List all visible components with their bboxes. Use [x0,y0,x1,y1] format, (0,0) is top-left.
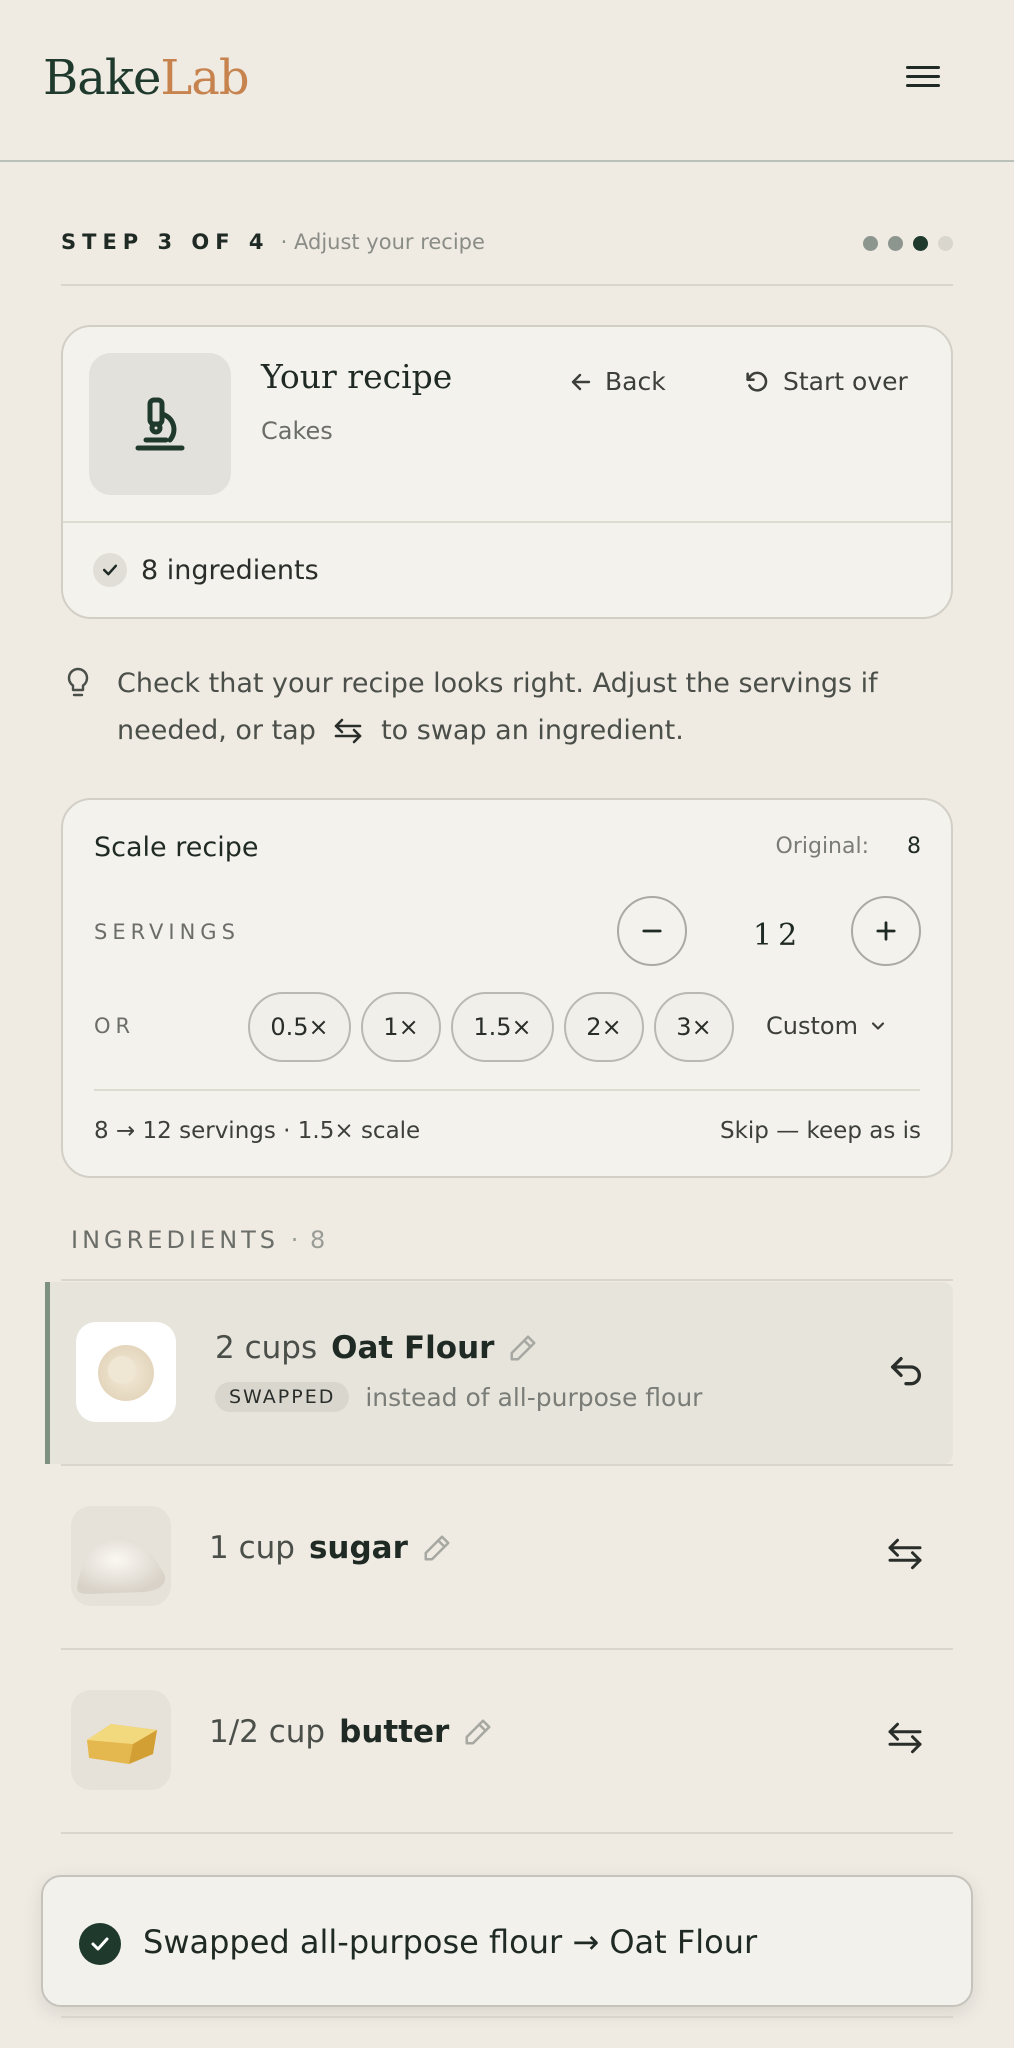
swap-ingredient-button[interactable] [879,1712,931,1764]
ingredient-qty: 1/2 cup [209,1714,326,1750]
check-circle-icon [79,1923,121,1965]
hamburger-menu-icon[interactable] [900,60,946,100]
step-dot-4 [938,236,953,251]
restart-icon [746,371,768,392]
step-indicator: STEP 3 OF 4 · Adjust your recipe [61,230,953,286]
back-label: Back [605,367,666,396]
recipe-title: Your recipe [261,357,453,396]
ingredient-count: 8 ingredients [93,553,319,587]
brand-name-part1: Bake [43,50,161,106]
scale-divider [94,1089,920,1091]
increase-servings-button[interactable] [851,896,921,966]
start-over-button[interactable]: Start over [743,367,908,396]
ingredients-count: · 8 [290,1226,328,1254]
oat-flour-image [76,1322,176,1422]
ingredient-count-label: 8 ingredients [141,554,319,586]
custom-label: Custom [766,1012,858,1040]
original-servings: Original: 8 [776,834,922,859]
check-icon [93,553,127,587]
arrow-left-icon [571,373,591,390]
servings-label: SERVINGS [94,920,240,944]
edit-pencil-icon[interactable] [508,1333,538,1363]
ingredient-name: sugar [308,1530,408,1566]
step-label: STEP 3 OF 4 [61,230,270,254]
step-dot-1 [863,236,878,251]
scale-chip-1.5x[interactable]: 1.5× [451,992,554,1062]
ingredient-divider [61,1832,953,1834]
scale-chip-2x[interactable]: 2× [564,992,644,1062]
swap-ingredient-button[interactable] [879,1528,931,1580]
or-label: OR [94,1014,136,1038]
brand-name-part2: Lab [160,50,249,106]
bottom-divider [61,2016,953,2018]
chevron-down-icon [871,1022,885,1030]
ingredient-main: 1 cup sugar [209,1530,452,1566]
ingredient-main: 1/2 cup butter [209,1714,493,1750]
scale-chip-0.5x[interactable]: 0.5× [248,992,351,1062]
ingredient-qty: 1 cup [209,1530,295,1566]
scale-title: Scale recipe [94,832,259,863]
butter-image [71,1690,171,1790]
ingredient-row-sugar: 1 cup sugar [61,1466,953,1648]
ingredient-name: butter [339,1714,450,1750]
edit-pencil-icon[interactable] [422,1533,452,1563]
hint-text-after: to swap an ingredient. [381,715,684,746]
ingredients-heading-label: INGREDIENTS [71,1226,280,1254]
scale-summary: 8 → 12 servings · 1.5× scale [94,1118,421,1144]
ingredient-main: 2 cups Oat Flour [215,1330,538,1366]
ingredient-row-oat-flour: 2 cups Oat Flour SWAPPED instead of all-… [45,1282,953,1464]
scale-recipe-card: Scale recipe Original: 8 SERVINGS 12 OR … [61,798,953,1178]
back-button[interactable]: Back [569,367,666,396]
swap-note: instead of all-purpose flour [365,1382,703,1412]
plus-icon [876,921,896,941]
lightbulb-icon [67,667,89,697]
scale-chip-1x[interactable]: 1× [361,992,441,1062]
swap-toast: Swapped all-purpose flour → Oat Flour [41,1875,973,2007]
custom-scale-dropdown[interactable]: Custom [766,1012,888,1040]
decrease-servings-button[interactable] [617,896,687,966]
toast-text: Swapped all-purpose flour → Oat Flour [143,1923,758,1961]
swap-icon [888,1722,922,1754]
original-value: 8 [907,834,921,859]
step-progress-dots [863,236,953,251]
ingredients-heading: INGREDIENTS · 8 [71,1226,327,1254]
app-header: BakeLab [0,0,1014,162]
undo-swap-button[interactable] [880,1346,932,1398]
step-subtitle: · Adjust your recipe [280,230,485,254]
ingredient-name: Oat Flour [331,1330,495,1366]
swap-icon [335,718,362,744]
microscope-icon [135,397,185,451]
skip-button[interactable]: Skip — keep as is [720,1118,921,1144]
edit-pencil-icon[interactable] [463,1717,493,1747]
step-dot-3 [913,236,928,251]
recipe-card: Your recipe Cakes Back Start over 8 ingr… [61,325,953,619]
swap-icon [888,1538,922,1570]
swap-info: SWAPPED instead of all-purpose flour [215,1382,702,1412]
recipe-thumbnail [89,353,231,495]
ingredient-qty: 2 cups [215,1330,318,1366]
brand-logo[interactable]: BakeLab [43,50,250,106]
swapped-badge: SWAPPED [215,1382,350,1412]
original-label: Original: [775,834,870,859]
step-dot-2 [888,236,903,251]
sugar-image [71,1506,171,1606]
scale-chip-3x[interactable]: 3× [654,992,734,1062]
minus-icon [642,929,662,933]
start-over-label: Start over [783,367,908,396]
ingredient-row-butter: 1/2 cup butter [61,1650,953,1832]
ingredients-divider [61,1279,953,1281]
undo-icon [891,1357,921,1386]
servings-value: 12 [753,918,804,953]
hint-text: Check that your recipe looks right. Adju… [117,660,947,754]
recipe-category: Cakes [261,417,333,445]
card-divider [63,521,951,523]
